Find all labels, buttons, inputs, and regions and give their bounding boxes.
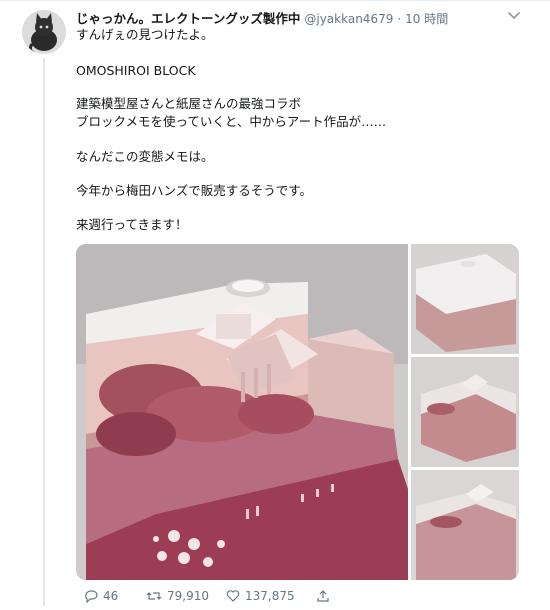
tweet-line-1: すんげぇの見つけたよ。 [76, 27, 214, 42]
separator-dot: · [397, 12, 402, 26]
main-photo[interactable] [76, 244, 408, 580]
tweet-line-5: なんだこの変態メモは。 [76, 149, 214, 164]
share-button[interactable] [316, 586, 330, 606]
timestamp[interactable]: 10 時間 [405, 12, 448, 26]
thumbnail-1[interactable] [411, 244, 519, 354]
retweet-icon [146, 592, 162, 600]
reply-icon [85, 590, 98, 603]
tweet-header: じゃっかん。エレクトーングッズ製作中 @jyakkan4679 · 10 時間 [76, 8, 536, 28]
tweet-line-2: OMOSHIROI BLOCK [76, 63, 196, 78]
reply-button[interactable]: 46 [84, 586, 118, 606]
thumbnail-3[interactable] [411, 470, 519, 580]
thread-line [43, 58, 45, 606]
thumbnail-2[interactable] [411, 357, 519, 467]
tweet: じゃっかん。エレクトーングッズ製作中 @jyakkan4679 · 10 時間 … [0, 0, 550, 610]
tweet-line-6: 今年から梅田ハンズで販売するそうです。 [76, 183, 313, 198]
retweet-count: 79,910 [167, 589, 209, 603]
chevron-down-icon [508, 12, 520, 20]
display-name[interactable]: じゃっかん。エレクトーングッズ製作中 [76, 11, 300, 26]
tweet-actions: 46 79,910 137,875 [76, 586, 536, 606]
more-options-button[interactable] [506, 8, 522, 22]
heart-icon [226, 590, 240, 602]
avatar[interactable] [22, 10, 66, 54]
user-handle[interactable]: @jyakkan4679 [304, 12, 393, 26]
tweet-line-7: 来週行ってきます！ [76, 217, 188, 232]
reply-count: 46 [103, 589, 119, 603]
like-count: 137,875 [245, 589, 295, 603]
media-grid[interactable] [76, 244, 519, 580]
tweet-line-3: 建築模型屋さんと紙屋さんの最強コラボ [76, 96, 302, 111]
retweet-button[interactable]: 79,910 [146, 586, 209, 606]
like-button[interactable]: 137,875 [226, 586, 295, 606]
share-icon [317, 590, 329, 602]
tweet-line-4: ブロックメモを使っていくと、中からアート作品が…… [76, 114, 387, 129]
cat-avatar-icon [22, 10, 66, 54]
